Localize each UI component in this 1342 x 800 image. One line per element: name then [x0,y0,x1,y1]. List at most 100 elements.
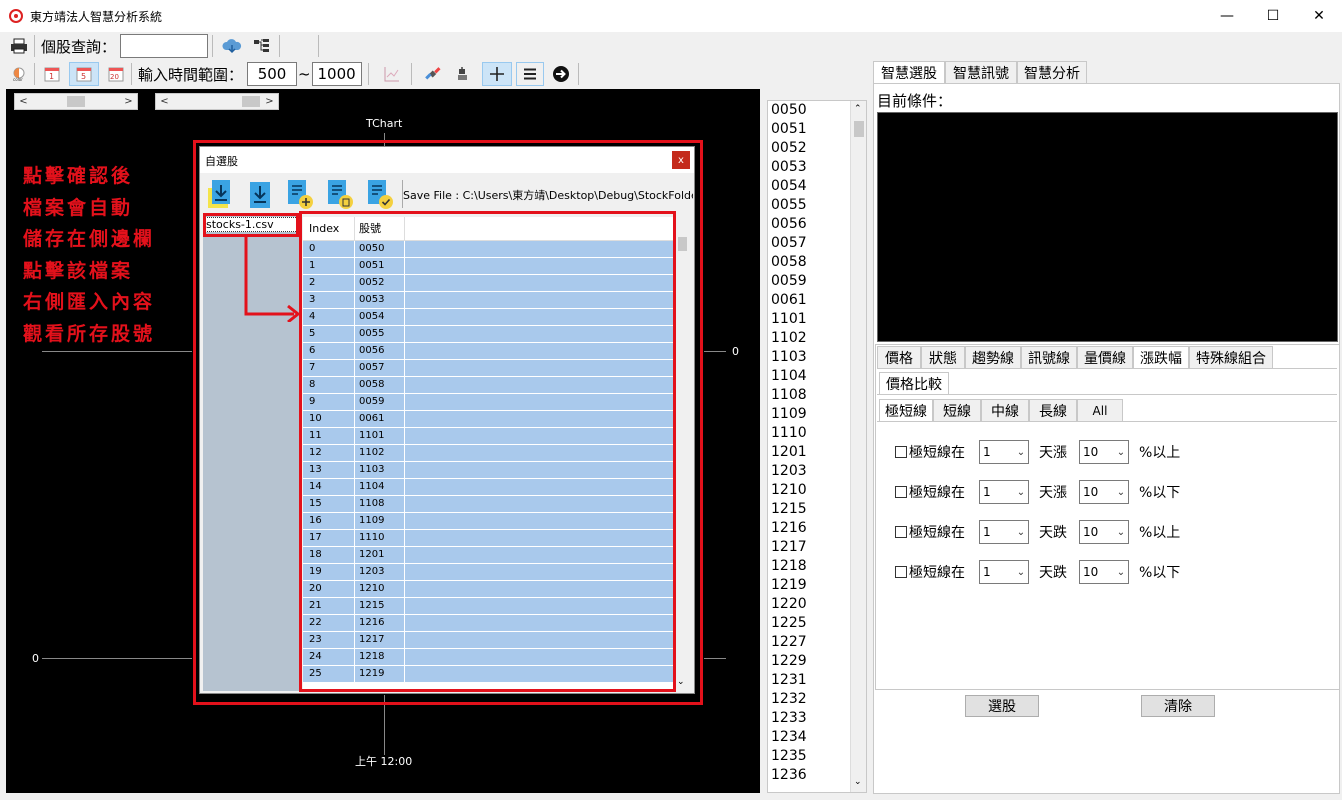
sub-tab-change[interactable]: 漲跌幅 [1133,346,1189,368]
range-to-input[interactable]: 1000 [311,62,362,86]
sub-tab-status[interactable]: 狀態 [921,346,965,368]
annotation-grid-box [299,211,676,692]
confirm-file-icon[interactable] [366,178,394,210]
condition-row: 極短線在 1 ⌄ 天跌 10 ⌄ %以下 [895,552,1315,592]
period-tab-short[interactable]: 短線 [933,399,981,421]
stock-code-list[interactable]: 0050 0051 0052 0053 0054 0055 0056 0057 0058 0059… [767,100,867,793]
calendar-month-icon[interactable]: 20 [105,63,127,85]
calendar-week-icon[interactable]: 5 [69,62,99,86]
chevron-down-icon: ⌄ [1016,486,1026,498]
select-stock-button[interactable]: 選股 [965,695,1039,717]
scroll-up-icon[interactable]: ⌃ [854,104,862,114]
tab-smart-select[interactable]: 智慧選股 [873,61,945,83]
minimize-button[interactable]: — [1204,0,1250,32]
chevron-down-icon: ⌄ [1016,526,1026,538]
chevron-down-icon: ⌄ [1016,446,1026,458]
condition-label: 極短線在 [909,445,965,461]
time-range-label: 輸入時間範圍： [138,65,244,84]
download-icon[interactable] [246,178,274,210]
arrow-right-circle-icon[interactable] [550,63,572,85]
print-icon[interactable] [8,35,30,57]
crosshair-icon[interactable] [481,62,512,86]
stock-query-input[interactable] [120,34,209,58]
condition-label: 極短線在 [909,565,965,581]
condition-checkbox[interactable] [895,446,907,458]
days-select[interactable]: 1 ⌄ [979,440,1029,464]
satellite-icon[interactable] [422,63,444,85]
import-file-icon[interactable] [206,178,234,210]
scroll-right-icon[interactable]: > [120,94,137,109]
axis-zero-label: 0 [32,652,39,665]
calendar-day-icon[interactable]: 1 [41,63,63,85]
menu-lines-icon[interactable] [515,62,544,86]
close-button[interactable]: ✕ [1296,0,1342,32]
percent-select[interactable]: 10 ⌄ [1079,520,1129,544]
stock-list-scrollbar[interactable]: ⌃ ⌄ [850,101,866,792]
sub-tab-signal[interactable]: 訊號線 [1021,346,1077,368]
color-icon[interactable]: color [8,63,30,85]
days-select[interactable]: 1 ⌄ [979,560,1029,584]
direction-label: 天漲 [1039,485,1067,501]
condition-label: 極短線在 [909,485,965,501]
line-chart-icon[interactable] [381,63,403,85]
range-from-input[interactable]: 500 [247,62,298,86]
chart-scrollbar-2[interactable]: < > [155,93,279,110]
chart-axis-line [704,658,726,659]
dialog-close-button[interactable]: x [672,151,690,169]
chevron-down-icon: ⌄ [1016,566,1026,578]
period-tab-mid[interactable]: 中線 [981,399,1029,421]
clear-button[interactable]: 清除 [1141,695,1215,717]
suffix-label: %以上 [1139,525,1181,541]
annotation-line: 點擊該檔案 [23,259,134,282]
scroll-thumb[interactable] [854,121,864,137]
scroll-down-icon[interactable]: ⌄ [854,777,862,787]
chart-scrollbar-1[interactable]: < > [14,93,138,110]
percent-select[interactable]: 10 ⌄ [1079,480,1129,504]
condition-checkbox[interactable] [895,486,907,498]
scroll-thumb[interactable] [242,96,260,107]
maximize-button[interactable]: ☐ [1250,0,1296,32]
annotation-left: 點擊確認後 檔案會自動 儲存在側邊欄 點擊該檔案 右側匯入內容 觀看所存股號 [23,161,155,350]
dialog-toolbar [206,177,403,211]
tab-smart-analysis[interactable]: 智慧分析 [1017,61,1087,83]
period-tab-long[interactable]: 長線 [1029,399,1077,421]
scroll-down-icon[interactable]: ⌄ [677,677,685,687]
cloud-download-icon[interactable] [221,35,243,57]
annotation-line: 檔案會自動 [23,196,134,219]
condition-checkbox[interactable] [895,526,907,538]
delete-file-icon[interactable] [326,178,354,210]
scroll-thumb[interactable] [67,96,85,107]
condition-row: 極短線在 1 ⌄ 天跌 10 ⌄ %以上 [895,512,1315,552]
save-file-path: Save File : C:\Users\東方靖\Desktop\Debug\S… [403,189,693,202]
scroll-thumb[interactable] [678,237,687,251]
condition-checkbox[interactable] [895,566,907,578]
days-select[interactable]: 1 ⌄ [979,520,1029,544]
days-select[interactable]: 1 ⌄ [979,480,1029,504]
scroll-left-icon[interactable]: < [15,94,32,109]
dialog-title-bar: 自選股 x [200,147,694,173]
divider [877,394,1337,395]
top-tabs: 智慧選股 智慧訊號 智慧分析 [873,61,1087,83]
stock-query-label: 個股查詢： [41,37,117,56]
percent-select[interactable]: 10 ⌄ [1079,560,1129,584]
tab-smart-signal[interactable]: 智慧訊號 [945,61,1017,83]
add-file-icon[interactable] [286,178,314,210]
annotation-line: 觀看所存股號 [23,322,156,345]
toolbar-1: 個股查詢： [0,32,1342,60]
sub-tab-trend[interactable]: 趨勢線 [965,346,1021,368]
sub-tab-special[interactable]: 特殊線組合 [1189,346,1273,368]
tree-structure-icon[interactable] [251,35,273,57]
sub-tab-volume-price[interactable]: 量價線 [1077,346,1133,368]
period-tab-all[interactable]: All [1077,399,1123,421]
grid-scrollbar[interactable]: ⌄ [675,217,689,689]
annotation-line: 右側匯入內容 [23,291,156,313]
scroll-left-icon[interactable]: < [156,94,173,109]
annotation-file-box [203,213,299,237]
tab-price-compare[interactable]: 價格比較 [879,372,949,394]
percent-select[interactable]: 10 ⌄ [1079,440,1129,464]
robot-icon[interactable] [452,63,474,85]
sub-tab-price[interactable]: 價格 [877,346,921,368]
scroll-right-icon[interactable]: > [261,94,278,109]
period-tab-ultra-short[interactable]: 極短線 [879,399,933,421]
percent-value: 10 [1083,565,1099,579]
